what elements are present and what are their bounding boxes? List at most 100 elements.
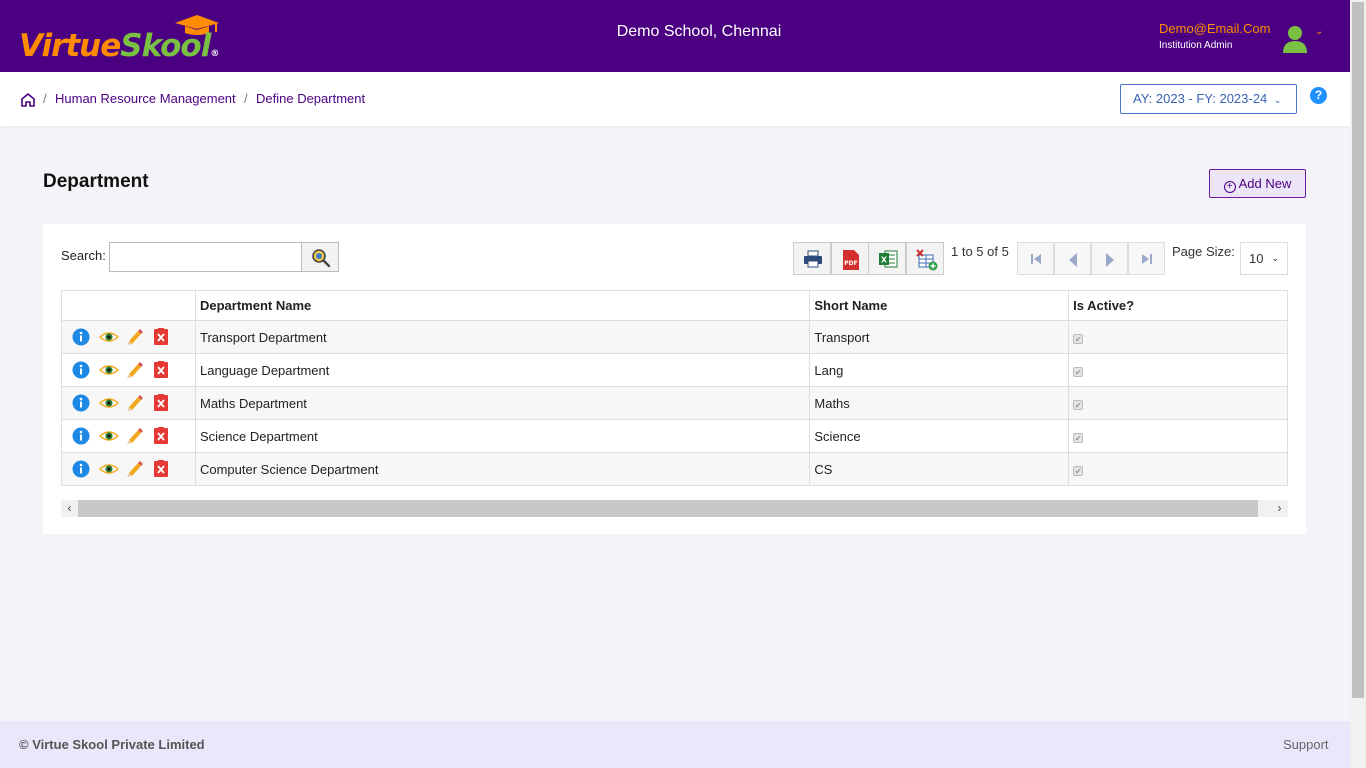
is-active-checkbox: ✔ [1073, 465, 1084, 476]
delete-icon[interactable] [153, 361, 171, 379]
short-name-cell: Maths [809, 386, 1070, 420]
edit-icon[interactable] [126, 361, 144, 379]
pdf-export-icon: PDF [843, 250, 859, 270]
next-page-button[interactable] [1091, 242, 1128, 275]
is-active-checkbox: ✔ [1073, 333, 1084, 344]
department-name-cell: Computer Science Department [194, 452, 811, 486]
last-page-button[interactable] [1128, 242, 1165, 275]
search-icon [312, 249, 331, 268]
page-size-label: Page Size: [1172, 244, 1235, 259]
svg-text:X: X [881, 256, 888, 265]
add-new-button[interactable]: + Add New [1209, 169, 1306, 198]
view-icon[interactable] [98, 427, 120, 445]
user-email[interactable]: Demo@Email.Com [1159, 21, 1270, 36]
table-row[interactable]: Maths Department Maths ✔ [61, 386, 1288, 420]
search-label: Search: [61, 248, 106, 263]
page-size-select[interactable]: 10 ⌄ [1240, 242, 1288, 275]
add-column-icon [916, 249, 938, 271]
department-name-cell: Transport Department [194, 320, 811, 354]
row-actions-cell [61, 353, 196, 387]
department-name-cell: Language Department [194, 353, 811, 387]
info-icon[interactable] [72, 328, 90, 346]
search-input[interactable] [109, 242, 302, 272]
short-name-cell: Transport [809, 320, 1070, 354]
is-active-cell: ✔ [1068, 320, 1288, 354]
info-icon[interactable] [72, 361, 90, 379]
print-icon [804, 250, 822, 268]
edit-icon[interactable] [126, 394, 144, 412]
last-page-icon [1142, 254, 1152, 264]
delete-icon[interactable] [153, 328, 171, 346]
delete-icon[interactable] [153, 394, 171, 412]
department-name-cell: Maths Department [194, 386, 811, 420]
chevron-down-icon[interactable]: ⌄ [1315, 26, 1323, 37]
breadcrumb-hr-management[interactable]: Human Resource Management [55, 91, 236, 106]
is-active-cell: ✔ [1068, 386, 1288, 420]
info-icon[interactable] [72, 394, 90, 412]
row-actions-cell [61, 419, 196, 453]
prev-page-icon [1069, 253, 1077, 267]
next-page-icon [1106, 253, 1114, 267]
chevron-down-icon: ⌄ [1273, 95, 1282, 105]
is-active-cell: ✔ [1068, 419, 1288, 453]
breadcrumb-define-department: Define Department [256, 91, 366, 106]
add-new-label: Add New [1238, 176, 1292, 191]
horizontal-scrollbar[interactable]: ‹ › [61, 500, 1288, 517]
row-actions-cell [61, 386, 196, 420]
table-row[interactable]: Science Department Science ✔ [61, 419, 1288, 453]
search-button[interactable] [301, 242, 339, 272]
view-icon[interactable] [98, 394, 120, 412]
excel-export-icon: X [879, 250, 898, 268]
help-icon[interactable]: ? [1310, 87, 1327, 104]
user-avatar-icon[interactable] [1283, 25, 1307, 53]
column-header-is-active[interactable]: Is Active? [1068, 290, 1288, 321]
delete-icon[interactable] [153, 427, 171, 445]
copyright-text: © Virtue Skool Private Limited [19, 737, 205, 752]
column-header-short-name[interactable]: Short Name [809, 290, 1070, 321]
view-icon[interactable] [98, 460, 120, 478]
pdf-export-button[interactable]: PDF [831, 242, 869, 275]
short-name-cell: CS [809, 452, 1070, 486]
row-actions-cell [61, 452, 196, 486]
academic-year-select[interactable]: AY: 2023 - FY: 2023-24 ⌄ [1120, 84, 1297, 114]
user-role: Institution Admin [1159, 40, 1233, 51]
is-active-checkbox: ✔ [1073, 399, 1084, 410]
edit-icon[interactable] [126, 328, 144, 346]
short-name-cell: Science [809, 419, 1070, 453]
scrollbar-thumb[interactable] [1352, 2, 1364, 698]
column-header-department-name[interactable]: Department Name [194, 290, 811, 321]
print-button[interactable] [793, 242, 831, 275]
column-header-actions [61, 290, 196, 321]
breadcrumb-separator: / [43, 91, 47, 106]
is-active-cell: ✔ [1068, 452, 1288, 486]
department-name-cell: Science Department [194, 419, 811, 453]
is-active-cell: ✔ [1068, 353, 1288, 387]
chevron-down-icon: ⌄ [1271, 253, 1279, 263]
scroll-left-icon[interactable]: ‹ [61, 500, 78, 517]
vertical-scrollbar[interactable] [1350, 0, 1366, 768]
table-row[interactable]: Transport Department Transport ✔ [61, 320, 1288, 354]
view-icon[interactable] [98, 328, 120, 346]
is-active-checkbox: ✔ [1073, 366, 1084, 377]
short-name-cell: Lang [809, 353, 1070, 387]
breadcrumb-separator: / [244, 91, 248, 106]
excel-export-button[interactable]: X [868, 242, 906, 275]
table-row[interactable]: Language Department Lang ✔ [61, 353, 1288, 387]
first-page-icon [1031, 254, 1041, 264]
scrollbar-thumb[interactable] [78, 500, 1258, 517]
edit-icon[interactable] [126, 460, 144, 478]
prev-page-button[interactable] [1054, 242, 1091, 275]
view-icon[interactable] [98, 361, 120, 379]
info-icon[interactable] [72, 427, 90, 445]
add-column-button[interactable] [906, 242, 944, 275]
page-title: Department [43, 171, 149, 192]
scroll-right-icon[interactable]: › [1271, 500, 1288, 517]
department-table: Department Name Short Name Is Active? Tr… [61, 290, 1288, 486]
table-row[interactable]: Computer Science Department CS ✔ [61, 452, 1288, 486]
delete-icon[interactable] [153, 460, 171, 478]
home-icon[interactable] [20, 92, 36, 108]
support-link[interactable]: Support [1283, 737, 1329, 752]
info-icon[interactable] [72, 460, 90, 478]
edit-icon[interactable] [126, 427, 144, 445]
first-page-button[interactable] [1017, 242, 1054, 275]
